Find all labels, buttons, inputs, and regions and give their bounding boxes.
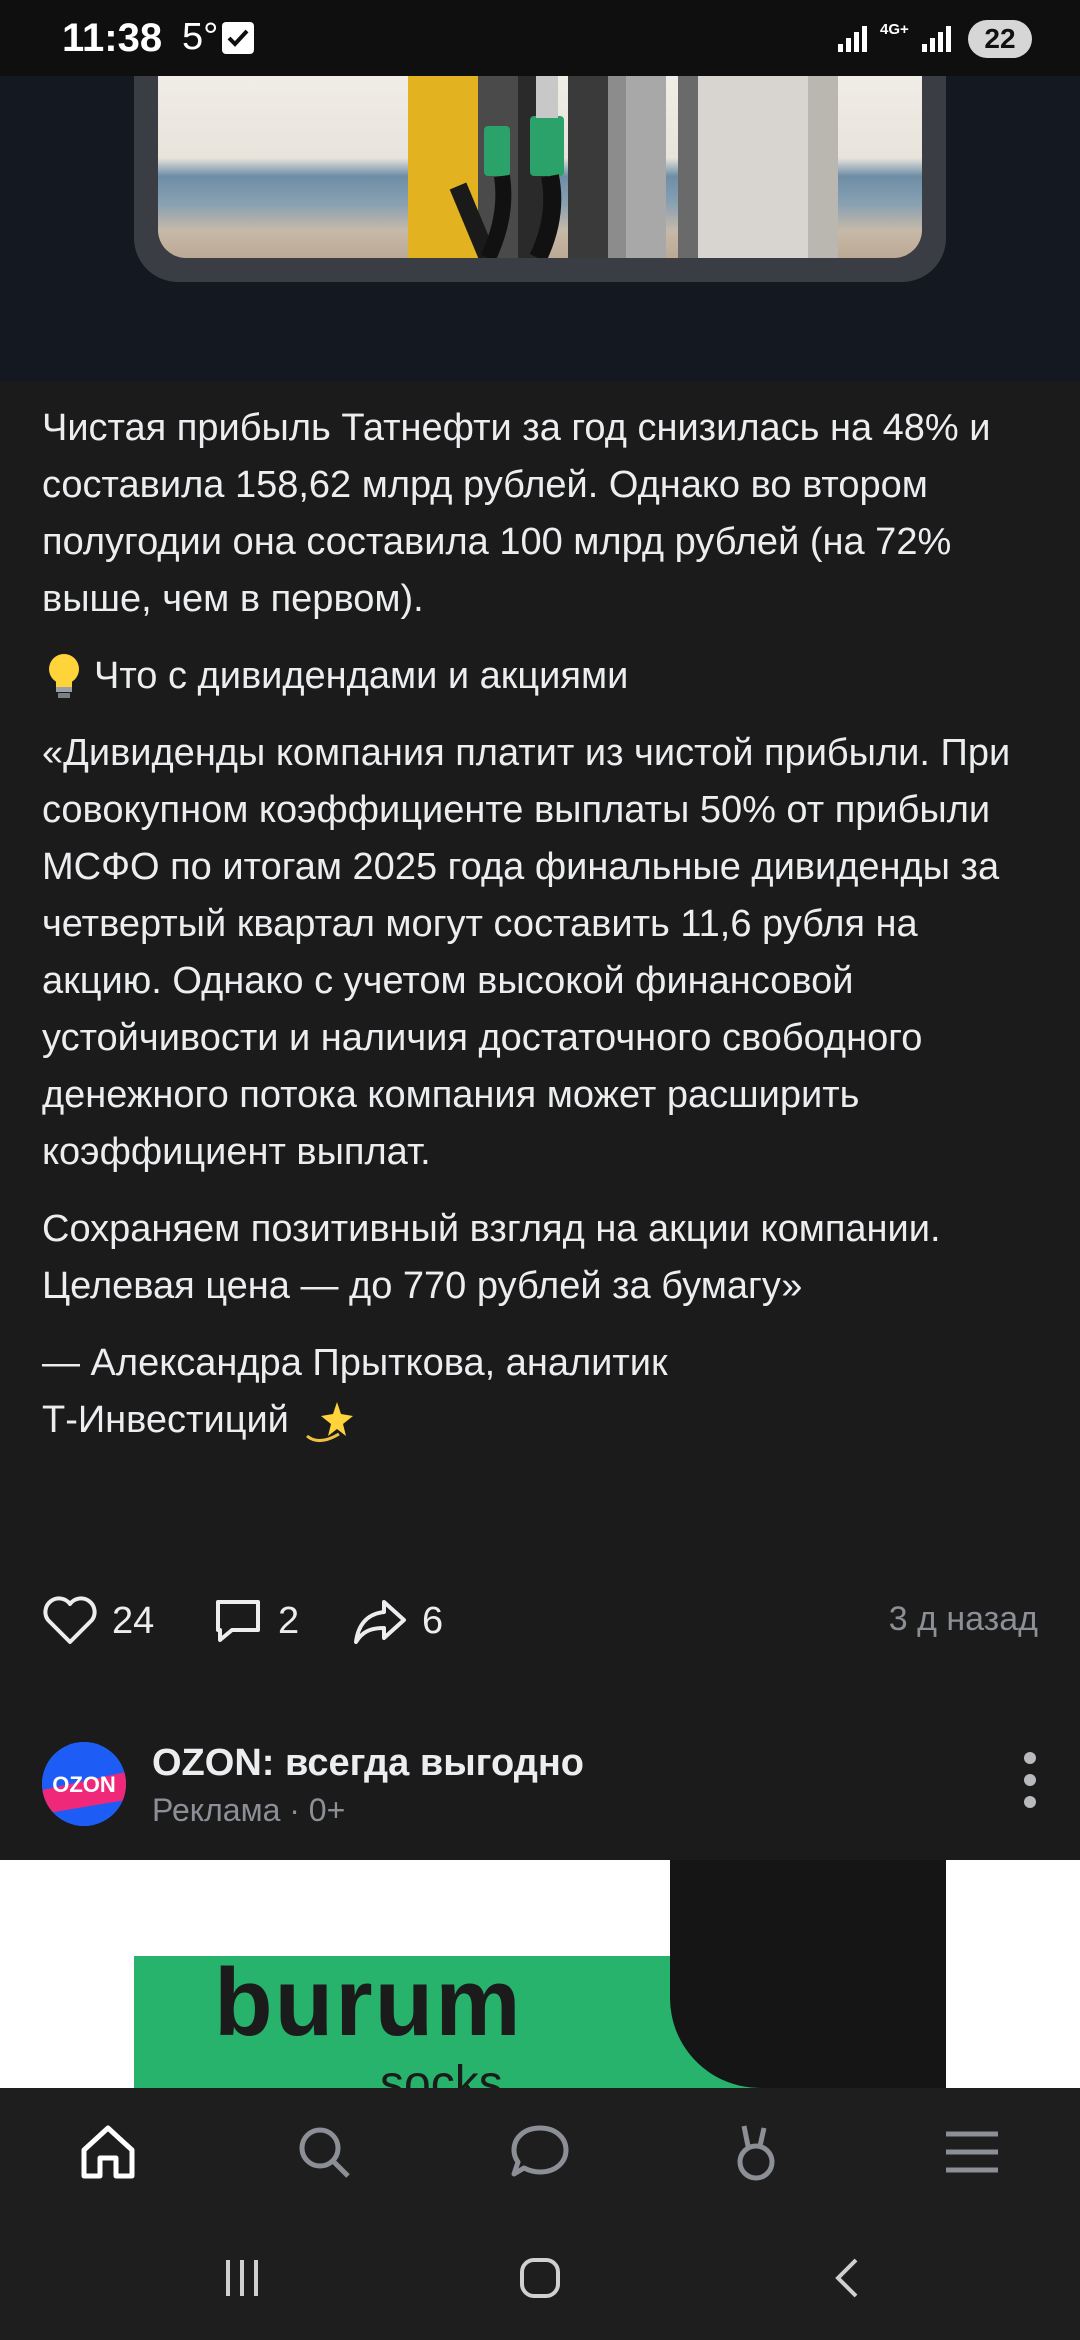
like-count: 24 [112,1599,155,1642]
paragraph-net-profit: Чистая прибыль Татнефти за год снизилась… [42,407,991,620]
comment-icon [216,1600,260,1642]
post-image-frame [134,76,946,282]
attribution-company: Т-Инвестиций [42,1399,289,1441]
post-actions: 24 2 6 3 д назад [42,1596,1042,1656]
attribution: — Александра Прыткова, аналитик Т-Инвест… [42,1335,1042,1449]
battery-indicator: 22 [968,20,1032,58]
status-time: 11:38 [62,16,163,60]
share-arrow-icon [354,1600,406,1644]
light-bulb-icon [49,653,79,698]
ad-title[interactable]: OZON: всегда выгодно [152,1742,584,1785]
ad-brand-name: burum [214,1949,523,2056]
dizzy-star-icon [306,1401,354,1442]
check-icon [222,22,254,54]
bunny-icon [737,2125,775,2181]
paragraph-target-price: Сохраняем позитивный взгляд на акции ком… [42,1208,941,1307]
fuel-pump-photo[interactable] [158,76,922,258]
nav-menu[interactable] [940,2120,1004,2184]
home-circle-icon[interactable] [518,2256,562,2300]
ad-dark-shape [670,1860,946,2088]
nav-search[interactable] [292,2120,356,2184]
avatar-text: OZON [52,1772,116,1797]
nav-messages[interactable] [508,2120,572,2184]
signal-icon [838,26,867,52]
heart-icon [43,1596,97,1644]
messages-icon [511,2125,569,2177]
bottom-navigation [0,2088,1080,2216]
status-bar: 11:38 5° 4G+ 22 [0,0,1080,76]
status-temperature: 5° [182,16,219,58]
share-button[interactable]: 6 [352,1596,443,1646]
dividends-subheading: Что с дивидендами и акциями [42,648,1042,705]
search-icon [299,2127,350,2178]
fuel-pump-illustration [408,76,838,258]
attribution-author: — Александра Прыткова, аналитик [42,1342,668,1384]
post-image-area [0,76,1080,382]
ad-brand-sub: socks [380,2057,503,2088]
system-navigation [0,2216,1080,2340]
ad-subtitle: Реклама · 0+ [152,1792,346,1828]
recents-icon[interactable] [220,2256,264,2300]
post-time: 3 д назад [888,1600,1038,1638]
post-body: Чистая прибыль Татнефти за год снизилась… [42,400,1042,1469]
network-type: 4G+ [880,21,909,38]
nav-bunny[interactable] [724,2120,788,2184]
nav-home[interactable] [76,2120,140,2184]
comment-count: 2 [278,1599,300,1642]
avatar[interactable]: OZON [42,1742,126,1826]
comment-button[interactable]: 2 [212,1596,299,1646]
ad-image[interactable]: burum socks [0,1860,1080,2088]
ozon-logo: OZON [42,1742,126,1826]
menu-icon [946,2131,998,2173]
home-icon [81,2125,135,2179]
like-button[interactable]: 24 [42,1596,154,1646]
back-icon[interactable] [826,2256,870,2300]
paragraph-dividends-quote: «Дивиденды компания платит из чистой при… [42,732,1011,1173]
more-vertical-icon[interactable] [1024,1752,1038,1812]
signal-icon-2 [922,26,951,52]
subheading-text: Что с дивидендами и акциями [94,655,629,697]
ad-header: OZON OZON: всегда выгодно Реклама · 0+ [0,1742,1080,1860]
share-count: 6 [422,1599,444,1642]
